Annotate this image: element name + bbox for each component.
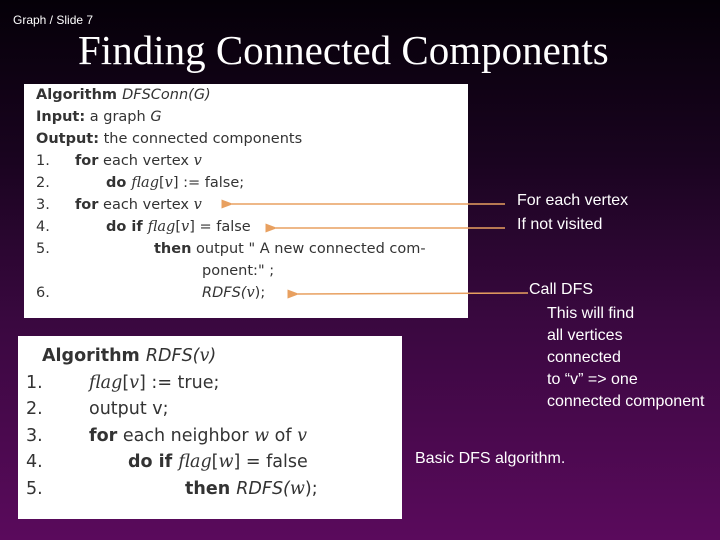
note-line: all vertices xyxy=(547,327,623,344)
note-line: This will find xyxy=(547,305,635,322)
note-line: connected component xyxy=(547,393,705,410)
note-basic-dfs: Basic DFS algorithm. xyxy=(415,450,566,467)
note-line: connected xyxy=(547,349,621,366)
note-call-dfs: Call DFS xyxy=(529,281,594,298)
annotation-arrows xyxy=(221,199,529,299)
note-line: to “v” => one xyxy=(547,371,638,388)
note-for-each: For each vertex xyxy=(517,192,629,209)
arrow-call-dfs xyxy=(287,289,529,299)
note-not-visited: If not visited xyxy=(517,216,603,233)
note-explain: This will find all vertices connected to… xyxy=(547,303,704,413)
